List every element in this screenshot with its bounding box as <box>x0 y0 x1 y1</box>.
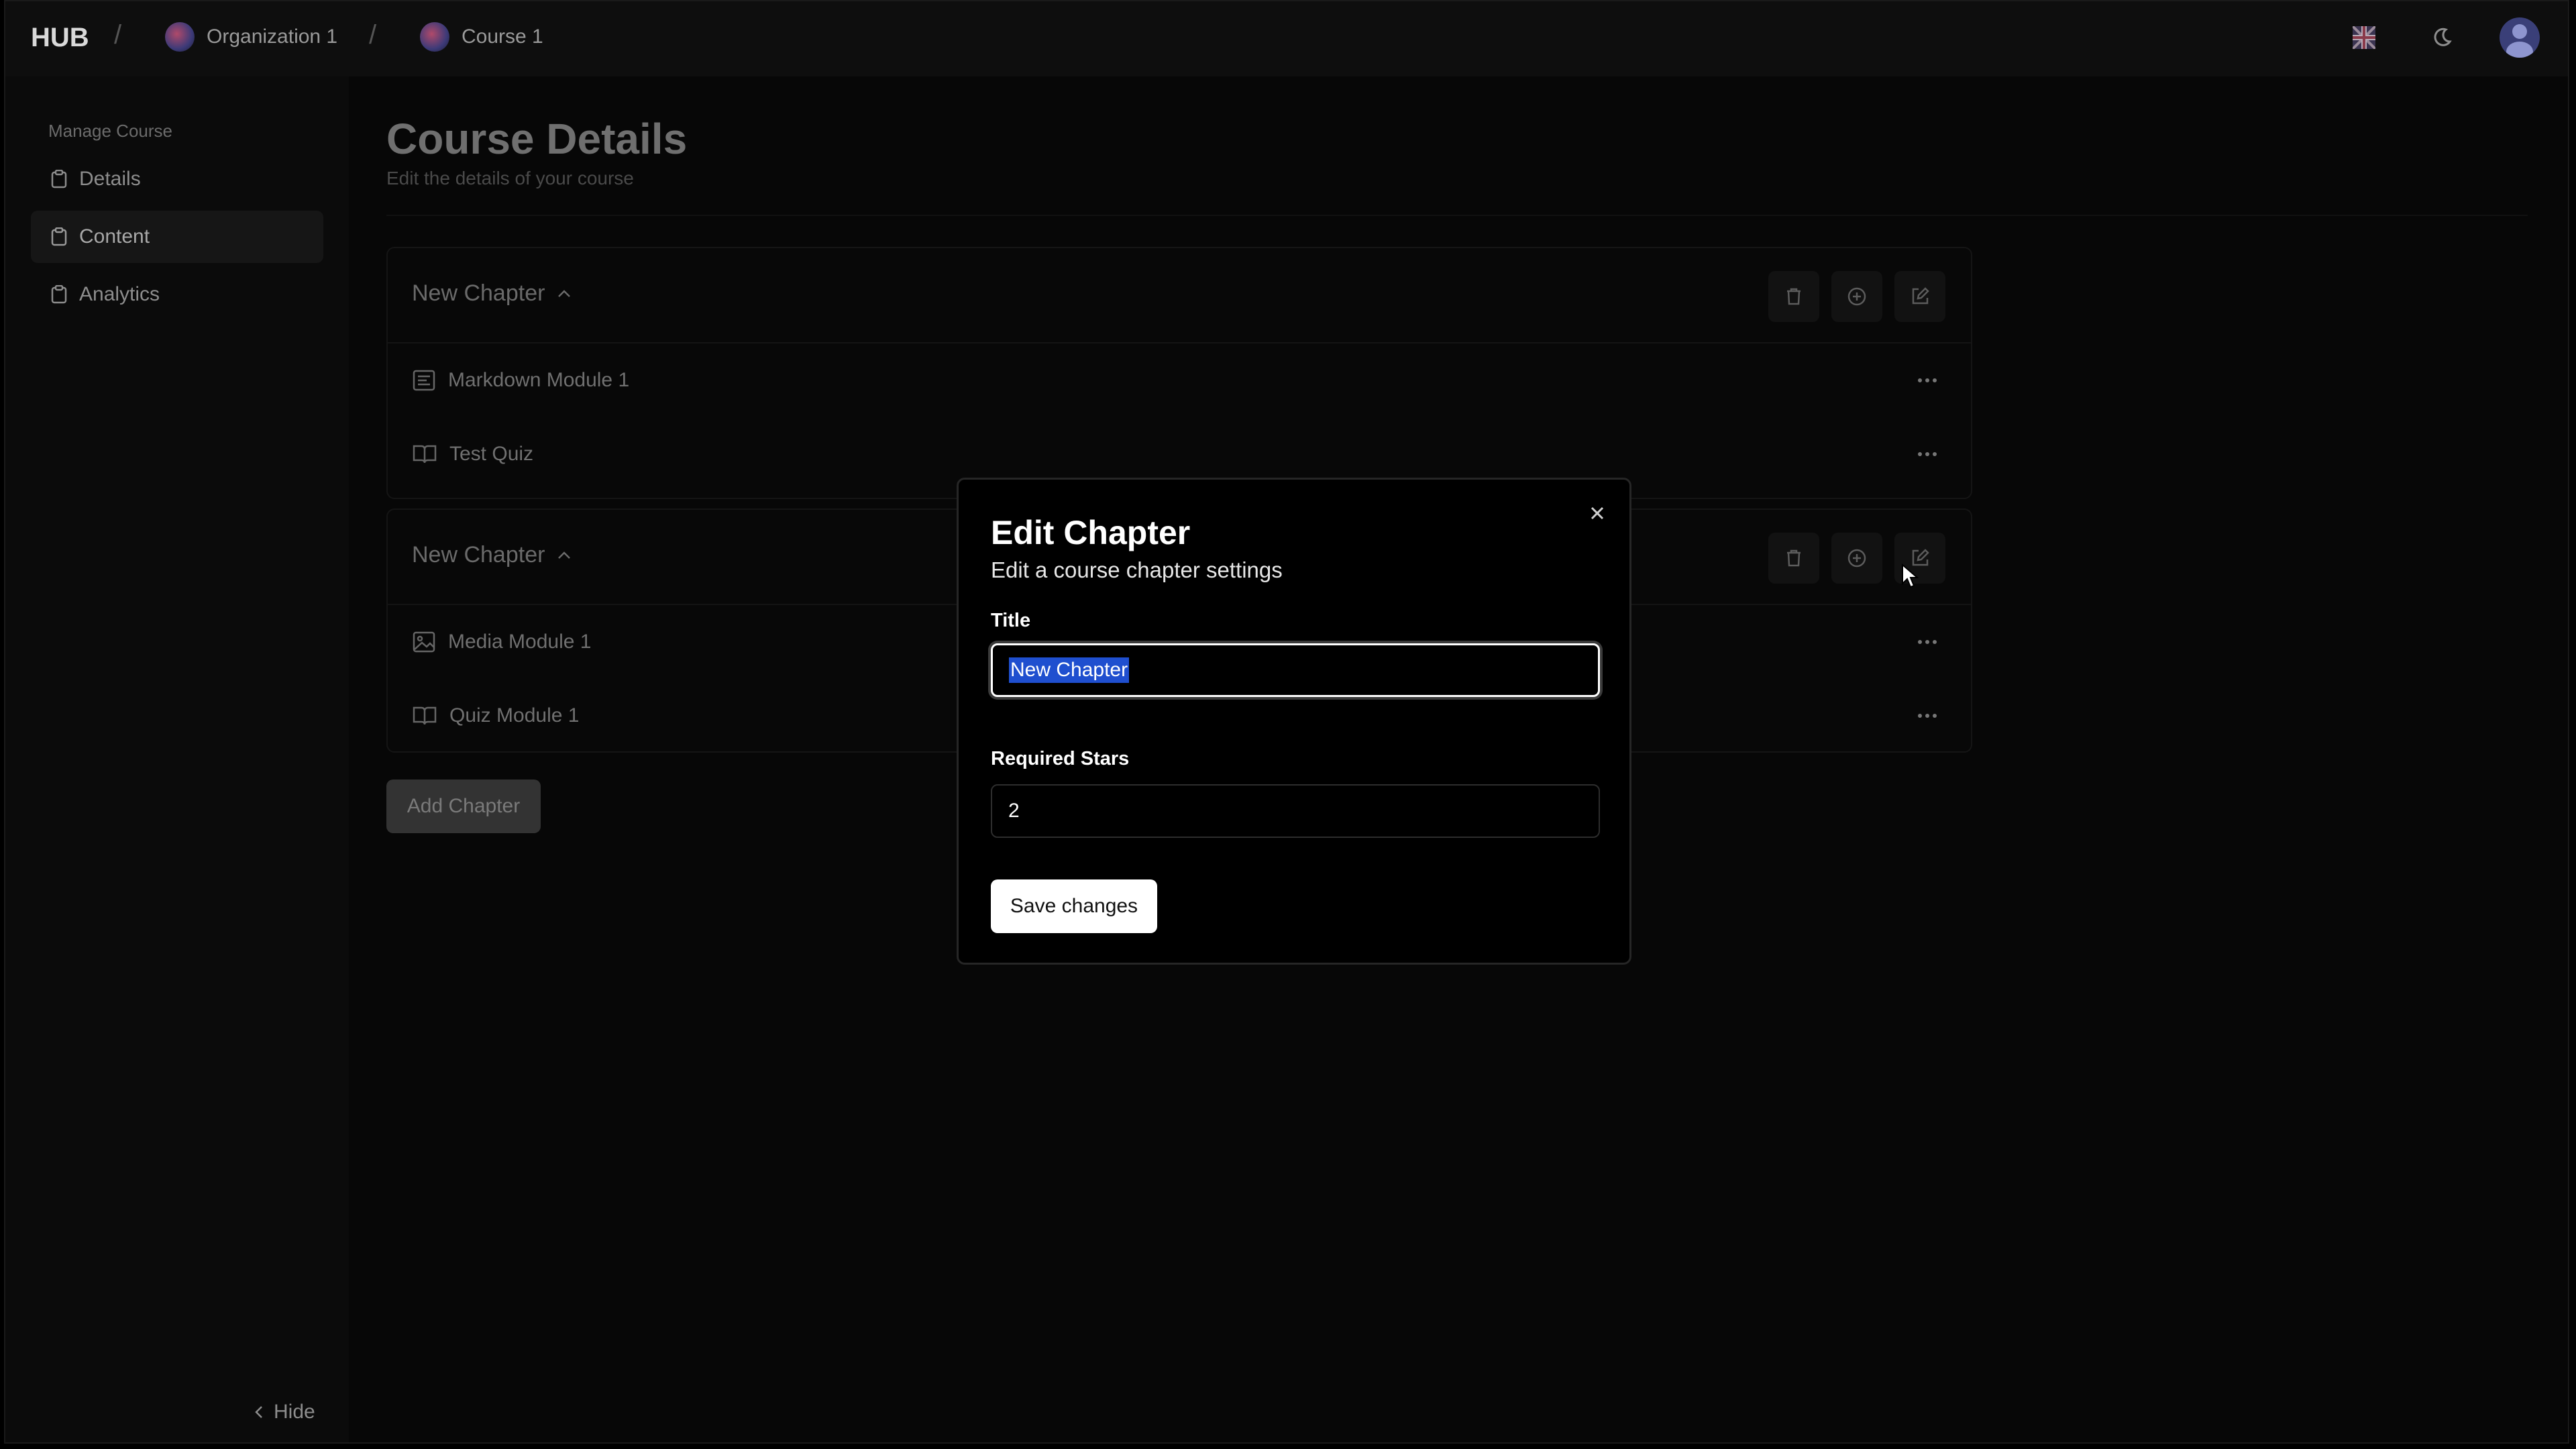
chevron-up-icon <box>558 551 571 559</box>
hide-sidebar-button[interactable]: Hide <box>254 1401 315 1424</box>
user-avatar[interactable] <box>2500 17 2540 58</box>
top-bar: HUB / Organization 1 / Course 1 <box>5 1 2568 76</box>
chapter-title: New Chapter <box>412 280 545 306</box>
dialog-subtitle: Edit a course chapter settings <box>991 557 1283 582</box>
page-title: Course Details <box>386 115 688 163</box>
module-label: Media Module 1 <box>448 631 592 653</box>
organization-avatar <box>165 22 195 52</box>
sidebar-item-content[interactable]: Content <box>31 211 323 263</box>
app-window: HUB / Organization 1 / Course 1 Manage C… <box>4 0 2569 1444</box>
breadcrumb-label: Organization 1 <box>207 25 338 48</box>
title-input-value: New Chapter <box>1009 657 1130 683</box>
required-stars-input[interactable]: 2 <box>991 784 1600 838</box>
top-right-controls <box>2344 17 2540 58</box>
moon-icon[interactable] <box>2422 17 2462 58</box>
module-item[interactable]: Markdown Module 1 <box>412 350 1948 411</box>
sidebar: Manage Course Details Content Analytics … <box>5 76 349 1442</box>
trash-icon <box>1787 288 1801 305</box>
module-item[interactable]: Test Quiz <box>412 424 1948 484</box>
module-menu-button[interactable] <box>1907 621 1948 663</box>
breadcrumb-course[interactable]: Course 1 <box>420 21 543 52</box>
add-module-button[interactable] <box>1831 271 1882 322</box>
module-label: Test Quiz <box>449 443 534 465</box>
divider <box>386 215 2528 216</box>
clipboard-icon <box>51 170 67 189</box>
brand-logo[interactable]: HUB <box>31 23 89 53</box>
clipboard-icon <box>51 227 67 246</box>
breadcrumb-label: Course 1 <box>462 25 543 48</box>
sidebar-item-analytics[interactable]: Analytics <box>31 268 323 321</box>
plus-circle-icon <box>1847 549 1866 568</box>
add-module-button[interactable] <box>1831 533 1882 584</box>
book-open-icon <box>413 706 437 725</box>
add-chapter-button[interactable]: Add Chapter <box>386 780 541 833</box>
close-icon <box>1591 506 1604 520</box>
more-horizontal-icon <box>1918 714 1937 718</box>
more-horizontal-icon <box>1918 378 1937 382</box>
image-icon <box>413 631 435 653</box>
markdown-icon <box>413 370 435 391</box>
trash-icon <box>1787 549 1801 567</box>
chapter-title: New Chapter <box>412 542 545 568</box>
edit-chapter-dialog: Edit Chapter Edit a course chapter setti… <box>957 478 1631 965</box>
chevron-up-icon <box>558 289 571 297</box>
course-avatar <box>420 22 449 52</box>
sidebar-item-label: Details <box>79 168 141 190</box>
more-horizontal-icon <box>1918 452 1937 456</box>
module-menu-button[interactable] <box>1907 433 1948 475</box>
chapter-actions <box>1768 533 1945 584</box>
mouse-cursor-icon <box>1901 563 1919 592</box>
title-input[interactable]: New Chapter <box>991 643 1600 697</box>
chapter-header: New Chapter <box>388 248 1971 343</box>
required-stars-label: Required Stars <box>991 748 1130 769</box>
chapter-toggle[interactable]: New Chapter <box>412 280 572 307</box>
plus-circle-icon <box>1847 287 1866 306</box>
breadcrumb-organization[interactable]: Organization 1 <box>165 21 337 52</box>
hide-label: Hide <box>274 1401 315 1423</box>
clipboard-icon <box>51 285 67 304</box>
page-subtitle: Edit the details of your course <box>386 168 634 189</box>
edit-chapter-button[interactable] <box>1894 271 1945 322</box>
chapter-actions <box>1768 271 1945 322</box>
chapter-toggle[interactable]: New Chapter <box>412 542 572 568</box>
sidebar-heading: Manage Course <box>48 121 172 141</box>
more-horizontal-icon <box>1918 640 1937 644</box>
breadcrumb-separator: / <box>114 20 122 50</box>
edit-icon <box>1912 287 1929 305</box>
module-label: Markdown Module 1 <box>448 369 630 391</box>
delete-chapter-button[interactable] <box>1768 533 1819 584</box>
sidebar-item-label: Analytics <box>79 283 160 305</box>
book-open-icon <box>413 445 437 464</box>
chapter-card: New Chapter Markdown Module 1 Test Quiz <box>386 247 1972 499</box>
sidebar-item-details[interactable]: Details <box>31 153 323 205</box>
close-dialog-button[interactable] <box>1582 498 1612 528</box>
sidebar-item-label: Content <box>79 225 150 248</box>
save-changes-button[interactable]: Save changes <box>991 879 1157 933</box>
module-menu-button[interactable] <box>1907 695 1948 737</box>
module-label: Quiz Module 1 <box>449 704 580 727</box>
title-label: Title <box>991 610 1031 631</box>
module-menu-button[interactable] <box>1907 360 1948 401</box>
language-flag-icon[interactable] <box>2344 17 2384 58</box>
breadcrumb-separator: / <box>369 20 377 50</box>
dialog-title: Edit Chapter <box>991 514 1191 551</box>
chevron-left-icon <box>255 1406 262 1418</box>
delete-chapter-button[interactable] <box>1768 271 1819 322</box>
required-stars-value: 2 <box>1008 800 1020 822</box>
